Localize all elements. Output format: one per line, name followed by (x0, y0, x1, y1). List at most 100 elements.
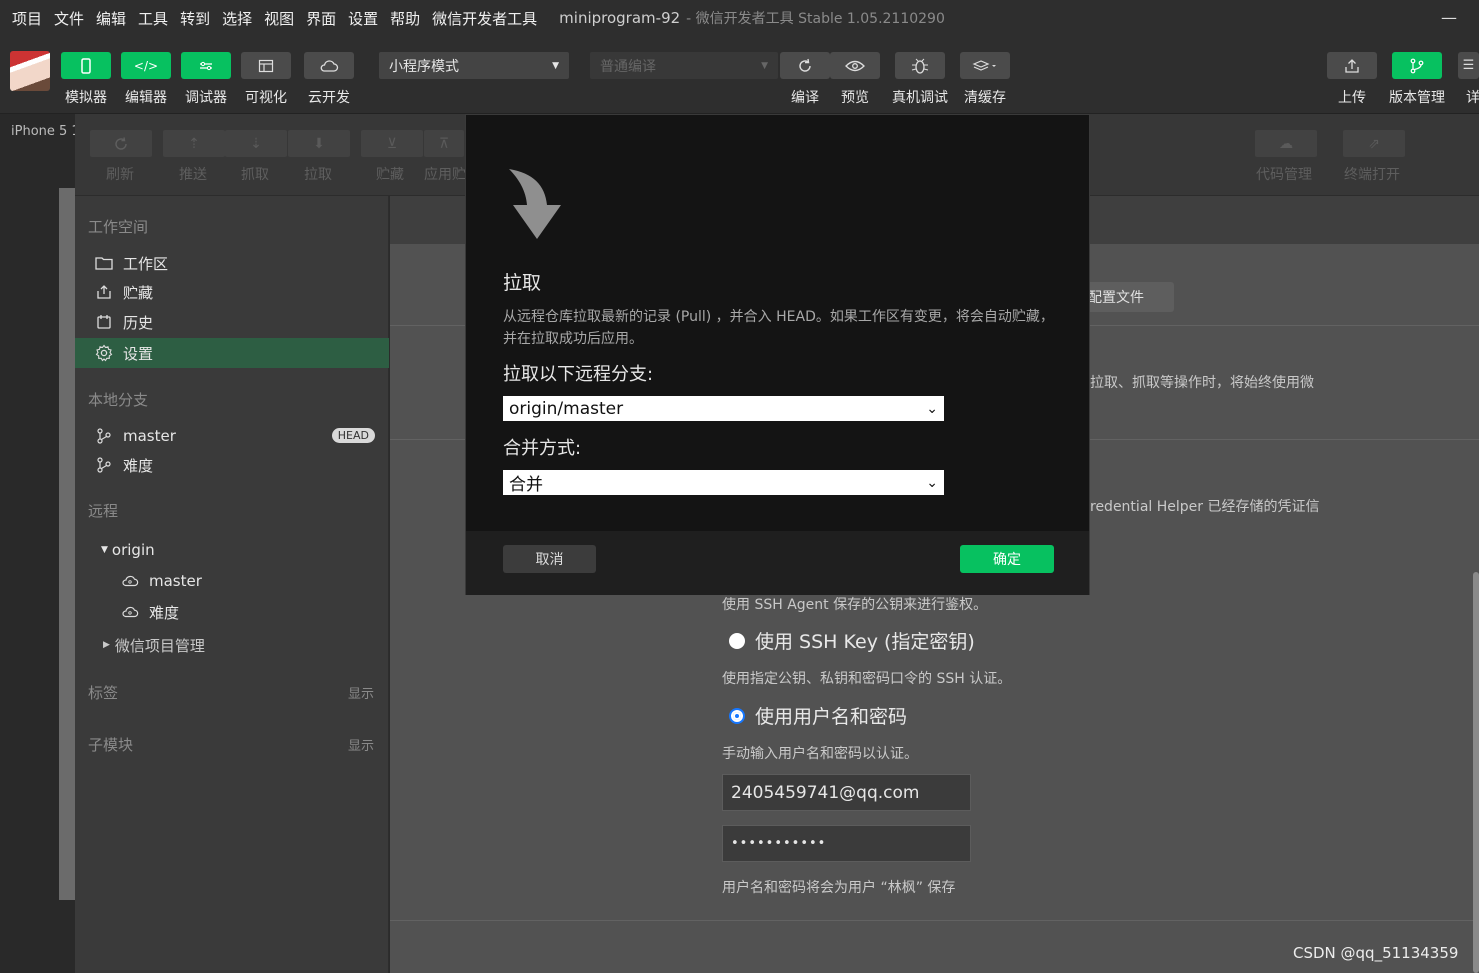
push-icon: ⇡ (188, 135, 200, 152)
remote-origin-label: origin (111, 541, 155, 559)
menu-wechat-devtools[interactable]: 微信开发者工具 (426, 8, 543, 29)
menu-interface[interactable]: 界面 (300, 8, 342, 29)
merge-mode-select[interactable]: 合并 ⌄ (503, 470, 944, 495)
cancel-button[interactable]: 取消 (503, 545, 596, 573)
sidebar-item-workarea[interactable]: 工作区 (75, 248, 389, 278)
visual-label: 可视化 (245, 90, 287, 106)
debugger-label: 调试器 (185, 90, 227, 106)
sidebar-item-stash[interactable]: 贮藏 (75, 277, 389, 307)
head-badge: HEAD (331, 428, 375, 443)
cloud-dev-button[interactable] (304, 52, 354, 79)
avatar[interactable] (10, 51, 50, 91)
upload-button[interactable] (1327, 52, 1377, 79)
compile-mode-select[interactable]: 普通编译 ▼ (590, 52, 778, 79)
radio-on-icon (729, 707, 745, 724)
cloud-icon (320, 59, 339, 72)
visual-toggle-button[interactable] (241, 52, 291, 79)
menu-settings[interactable]: 设置 (342, 8, 384, 29)
caret-down-icon: ▼ (552, 60, 559, 71)
pull-label: 拉取 (304, 167, 332, 183)
clear-cache-button[interactable] (960, 52, 1010, 79)
username-field[interactable]: 2405459741@qq.com (722, 774, 971, 811)
preview-button[interactable] (830, 52, 880, 79)
userpass-radio[interactable]: 使用用户名和密码 (729, 702, 907, 729)
pull-button[interactable]: ⬇ (288, 130, 350, 157)
terminal-open-button[interactable]: ⇗ (1343, 130, 1405, 157)
userpass-description: 手动输入用户名和密码以认证。 (722, 746, 918, 762)
remote-section-title: 远程 (88, 502, 119, 520)
cloud-icon: ☁ (1279, 135, 1293, 152)
eye-icon (845, 60, 865, 71)
menu-goto[interactable]: 转到 (174, 8, 216, 29)
menu-help[interactable]: 帮助 (384, 8, 426, 29)
version-management-button[interactable] (1392, 52, 1442, 79)
apply-stash-button[interactable]: ⊼ (424, 130, 464, 157)
sidebar-item-label: 贮藏 (123, 283, 154, 302)
fetch-label: 抓取 (241, 167, 269, 183)
window-subtitle: - 微信开发者工具 Stable 1.05.2110290 (686, 11, 945, 27)
menu-edit[interactable]: 编辑 (90, 8, 132, 29)
remote-origin[interactable]: ▼ origin (75, 535, 389, 565)
code-icon: </> (133, 58, 159, 73)
minimize-button[interactable]: — (1441, 8, 1457, 27)
dialog-title: 拉取 (503, 272, 542, 294)
upload-label: 上传 (1338, 90, 1366, 106)
pull-dialog: 拉取 从远程仓库拉取最新的记录 (Pull) ，并合入 HEAD。如果工作区有变… (465, 114, 1090, 595)
caret-down-icon: ▼ (761, 60, 768, 71)
device-debug-button[interactable] (895, 52, 945, 79)
submodules-show-toggle[interactable]: 显示 (348, 735, 374, 754)
menu-file[interactable]: 文件 (48, 8, 90, 29)
remote-branch-select[interactable]: origin/master ⌄ (503, 396, 944, 421)
sidebar-item-label: 历史 (123, 313, 154, 332)
details-button[interactable]: ☰ (1458, 52, 1479, 79)
debugger-toggle-button[interactable] (181, 52, 231, 79)
password-field[interactable]: ••••••••••• (722, 825, 971, 862)
config-file-button[interactable]: 配置文件 (1080, 282, 1174, 312)
folder-icon (95, 254, 113, 272)
window-title: miniprogram-92 (559, 9, 681, 27)
menu-select[interactable]: 选择 (216, 8, 258, 29)
scrollbar[interactable] (1473, 572, 1479, 973)
preview-label: 预览 (841, 90, 869, 106)
refresh-icon (115, 136, 127, 150)
refresh-button[interactable] (90, 130, 152, 157)
editor-label: 编辑器 (125, 90, 167, 106)
remote-wechat-project[interactable]: ▶ 微信项目管理 (75, 630, 389, 660)
code-management-button[interactable]: ☁ (1255, 130, 1317, 157)
device-selector[interactable]: iPhone 5 1 (11, 124, 80, 139)
git-branch-icon (95, 456, 113, 474)
editor-toggle-button[interactable]: </> (121, 52, 171, 79)
mode-select[interactable]: 小程序模式 ▼ (379, 52, 569, 79)
chevron-down-icon: ⌄ (926, 400, 938, 417)
merge-mode-label: 合并方式: (503, 438, 582, 459)
branch-label: 难度 (123, 456, 154, 475)
sidebar-item-history[interactable]: 历史 (75, 307, 389, 337)
simulator-toggle-button[interactable] (61, 52, 111, 79)
branch-item-nandu[interactable]: 难度 (75, 450, 389, 480)
phone-icon (81, 57, 91, 74)
branch-item-master[interactable]: master HEAD (75, 421, 389, 451)
confirm-button[interactable]: 确定 (960, 545, 1054, 573)
menu-view[interactable]: 视图 (258, 8, 300, 29)
menu-tools[interactable]: 工具 (132, 8, 174, 29)
compile-button[interactable] (780, 52, 830, 79)
compile-label: 编译 (791, 90, 819, 106)
ssh-key-radio[interactable]: 使用 SSH Key (指定密钥) (729, 627, 975, 654)
device-debug-label: 真机调试 (892, 90, 948, 106)
userpass-label: 使用用户名和密码 (755, 706, 908, 728)
sliders-icon (200, 61, 212, 70)
remote-branch-master[interactable]: master (75, 566, 389, 596)
menu-project[interactable]: 项目 (0, 8, 48, 29)
sidebar-item-settings[interactable]: 设置 (75, 338, 389, 368)
fetch-button[interactable]: ⇣ (225, 130, 287, 157)
clear-cache-label: 清缓存 (964, 90, 1006, 106)
push-button[interactable]: ⇡ (163, 130, 225, 157)
simulator-screen (59, 188, 75, 900)
cloud-branch-icon (121, 603, 139, 621)
tags-section-title: 标签 (88, 684, 119, 702)
tags-show-toggle[interactable]: 显示 (348, 683, 374, 702)
details-label: 详 (1466, 90, 1479, 106)
menu-lines-icon: ☰ (1462, 58, 1475, 73)
stash-button[interactable]: ⊻ (361, 130, 423, 157)
remote-branch-nandu[interactable]: 难度 (75, 597, 389, 627)
